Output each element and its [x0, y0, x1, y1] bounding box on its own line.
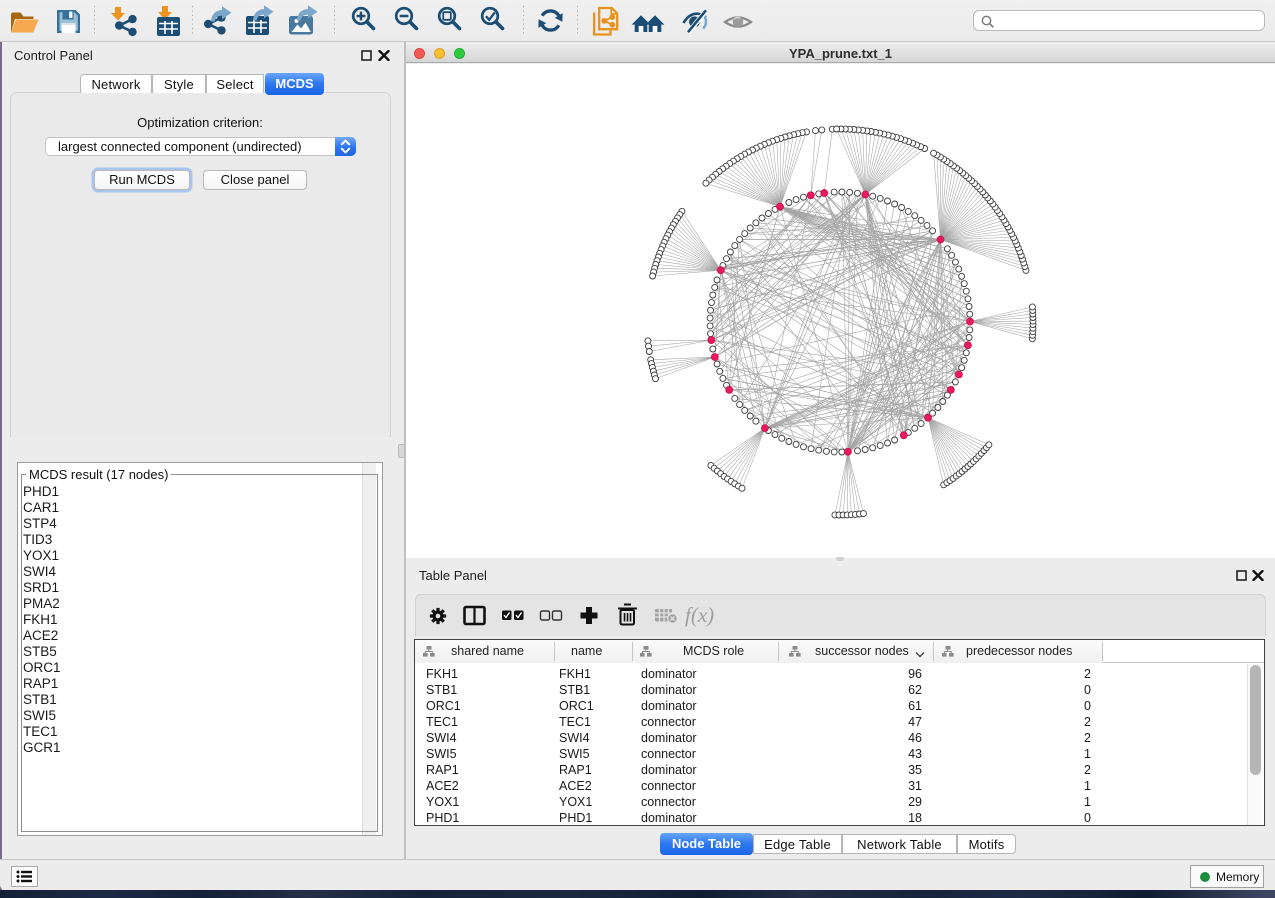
svg-text:f(x): f(x): [685, 603, 714, 627]
